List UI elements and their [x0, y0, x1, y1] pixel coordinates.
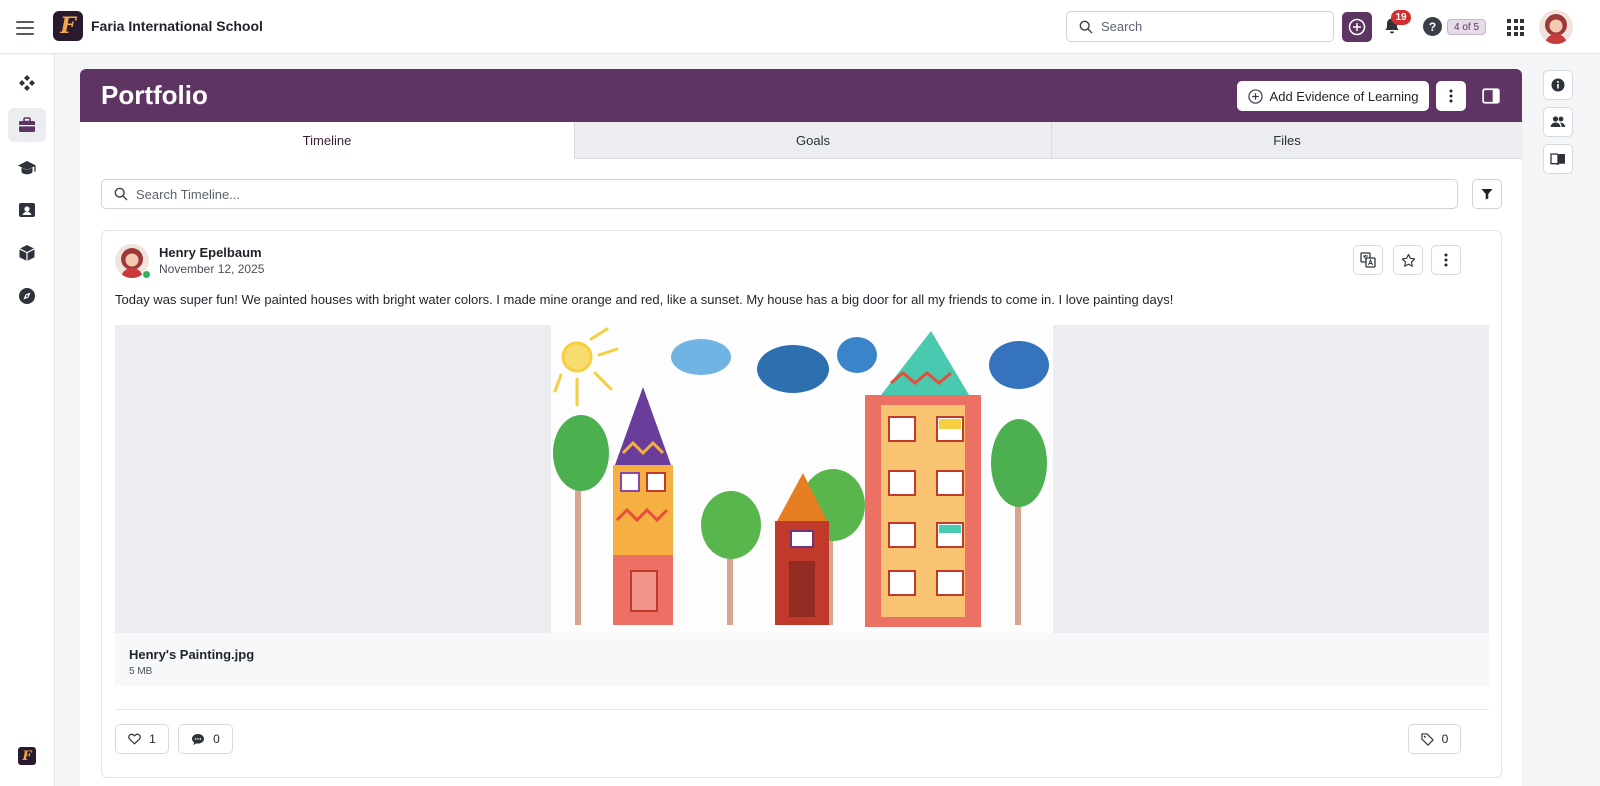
apps-grid-icon[interactable] — [1507, 19, 1524, 36]
sidebar-item-dashboard[interactable] — [8, 66, 46, 100]
create-button[interactable] — [1342, 12, 1372, 42]
star-icon — [1401, 253, 1415, 267]
faria-logo[interactable]: F — [18, 747, 36, 765]
like-count: 1 — [149, 732, 156, 746]
post-text: Today was super fun! We painted houses w… — [115, 292, 1174, 307]
favorite-button[interactable] — [1393, 245, 1423, 275]
user-avatar[interactable] — [1539, 10, 1573, 44]
heart-icon — [128, 733, 142, 745]
briefcase-icon — [19, 117, 35, 132]
cube-icon — [19, 245, 35, 261]
more-vertical-icon — [1444, 253, 1448, 267]
filter-icon — [1481, 189, 1493, 200]
help-icon[interactable]: ? — [1423, 17, 1442, 36]
logo-letter: F — [60, 13, 76, 39]
top-bar: F Faria International School 19 ? 4 of 5 — [0, 0, 1600, 54]
tab-timeline[interactable]: Timeline — [80, 122, 574, 159]
search-icon — [1079, 20, 1093, 33]
filter-button[interactable] — [1472, 179, 1502, 209]
guide-button[interactable] — [1543, 144, 1573, 174]
avatar-image — [1539, 10, 1573, 44]
translate-icon — [1360, 252, 1376, 268]
timeline-search[interactable] — [101, 179, 1458, 209]
more-vertical-icon — [1449, 89, 1453, 103]
diamonds-icon — [19, 75, 35, 91]
left-sidebar: F — [0, 55, 55, 786]
guide-step-badge[interactable]: 4 of 5 — [1447, 19, 1487, 35]
add-evidence-button[interactable]: Add Evidence of Learning — [1237, 81, 1429, 111]
book-icon — [1550, 153, 1565, 166]
card-divider — [115, 709, 1489, 710]
sidebar-item-reports[interactable] — [8, 193, 46, 227]
translate-button[interactable] — [1353, 245, 1383, 275]
plus-circle-icon — [1348, 18, 1366, 36]
tags-button[interactable]: 0 — [1408, 724, 1461, 754]
attachment-info[interactable]: Henry's Painting.jpg 5 MB — [115, 633, 1489, 686]
tab-goals[interactable]: Goals — [574, 122, 1051, 159]
post-date: November 12, 2025 — [159, 262, 265, 276]
comment-button[interactable]: 0 — [178, 724, 233, 754]
like-button[interactable]: 1 — [115, 724, 169, 754]
global-search[interactable] — [1066, 11, 1334, 42]
timeline-search-input[interactable] — [136, 186, 1436, 202]
attachment-name: Henry's Painting.jpg — [129, 647, 255, 662]
online-status-dot — [142, 270, 151, 279]
sidebar-item-resources[interactable] — [8, 236, 46, 270]
notification-count-badge: 19 — [1391, 10, 1411, 25]
comment-icon — [192, 733, 205, 745]
post-media[interactable] — [115, 325, 1489, 633]
compass-icon — [19, 288, 35, 304]
attachment-size: 5 MB — [129, 666, 153, 677]
header-more-button[interactable] — [1436, 81, 1466, 111]
graduation-cap-icon — [18, 161, 36, 175]
tab-files[interactable]: Files — [1051, 122, 1522, 159]
school-logo[interactable]: F — [53, 11, 83, 41]
sidebar-item-portfolio[interactable] — [8, 108, 46, 142]
tag-count: 0 — [1441, 732, 1449, 746]
people-button[interactable] — [1543, 107, 1573, 137]
menu-icon[interactable] — [16, 17, 34, 37]
painting-image — [551, 325, 1053, 633]
sidebar-item-academics[interactable] — [8, 151, 46, 185]
people-icon — [1550, 116, 1566, 127]
sidebar-item-explore[interactable] — [8, 279, 46, 313]
info-button[interactable] — [1543, 70, 1573, 100]
add-evidence-label: Add Evidence of Learning — [1269, 88, 1419, 104]
logo-letter: F — [22, 748, 32, 764]
info-icon — [1551, 78, 1565, 92]
comment-count: 0 — [213, 732, 220, 746]
plus-circle-icon — [1247, 88, 1263, 104]
portfolio-panel: Portfolio Add Evidence of Learning Timel… — [80, 69, 1522, 786]
tag-icon — [1420, 732, 1434, 746]
timeline-post: Henry Epelbaum November 12, 2025 Today w… — [101, 230, 1502, 778]
side-panel-toggle-icon[interactable] — [1482, 87, 1500, 105]
global-search-input[interactable] — [1101, 19, 1301, 34]
page-title: Portfolio — [101, 80, 208, 110]
school-name: Faria International School — [91, 18, 263, 34]
post-author[interactable]: Henry Epelbaum — [159, 245, 262, 260]
report-icon — [19, 203, 35, 217]
portfolio-header: Portfolio Add Evidence of Learning — [80, 69, 1522, 122]
search-icon — [114, 187, 128, 201]
portfolio-tabs: Timeline Goals Files — [80, 122, 1522, 159]
post-more-button[interactable] — [1431, 245, 1461, 275]
